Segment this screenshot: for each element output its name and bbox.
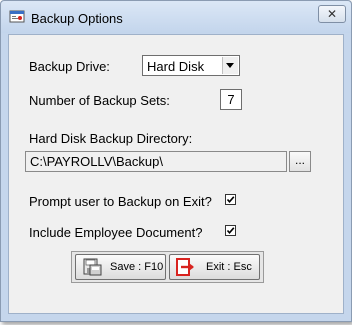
include-document-checkbox[interactable] <box>225 225 236 236</box>
window-title: Backup Options <box>31 11 123 26</box>
include-document-label: Include Employee Document? <box>29 225 203 240</box>
dropdown-arrow-button[interactable] <box>222 57 238 74</box>
exit-button[interactable]: Exit : Esc <box>169 254 260 280</box>
backup-directory-label: Hard Disk Backup Directory: <box>29 131 193 146</box>
checkmark-icon <box>226 227 235 235</box>
browse-button[interactable]: ... <box>289 151 311 172</box>
backup-sets-input[interactable]: 7 <box>220 89 242 110</box>
exit-door-icon <box>175 257 197 277</box>
dialog-body: Backup Drive: Hard Disk Number of Backup… <box>8 34 344 314</box>
save-button-label: Save : F10 <box>110 261 164 273</box>
prompt-backup-checkbox[interactable] <box>225 194 236 205</box>
close-icon: ✕ <box>326 7 338 21</box>
chevron-down-icon <box>226 63 234 68</box>
backup-options-window: Backup Options ✕ Backup Drive: Hard Disk… <box>0 0 352 322</box>
close-button[interactable]: ✕ <box>318 5 346 23</box>
exit-button-label: Exit : Esc <box>206 261 252 273</box>
backup-drive-select[interactable]: Hard Disk <box>142 55 240 76</box>
save-disk-icon <box>81 257 103 277</box>
backup-directory-field[interactable]: C:\PAYROLLV\Backup\ <box>25 151 287 172</box>
save-button[interactable]: Save : F10 <box>75 254 166 280</box>
backup-app-icon <box>9 10 25 24</box>
backup-drive-label: Backup Drive: <box>29 59 110 74</box>
prompt-backup-label: Prompt user to Backup on Exit? <box>29 194 212 209</box>
button-bar: Save : F10 Exit : Esc <box>71 251 264 283</box>
backup-sets-label: Number of Backup Sets: <box>29 93 170 108</box>
checkmark-icon <box>226 196 235 204</box>
title-bar[interactable]: Backup Options ✕ <box>1 1 351 33</box>
backup-drive-value: Hard Disk <box>147 59 205 74</box>
